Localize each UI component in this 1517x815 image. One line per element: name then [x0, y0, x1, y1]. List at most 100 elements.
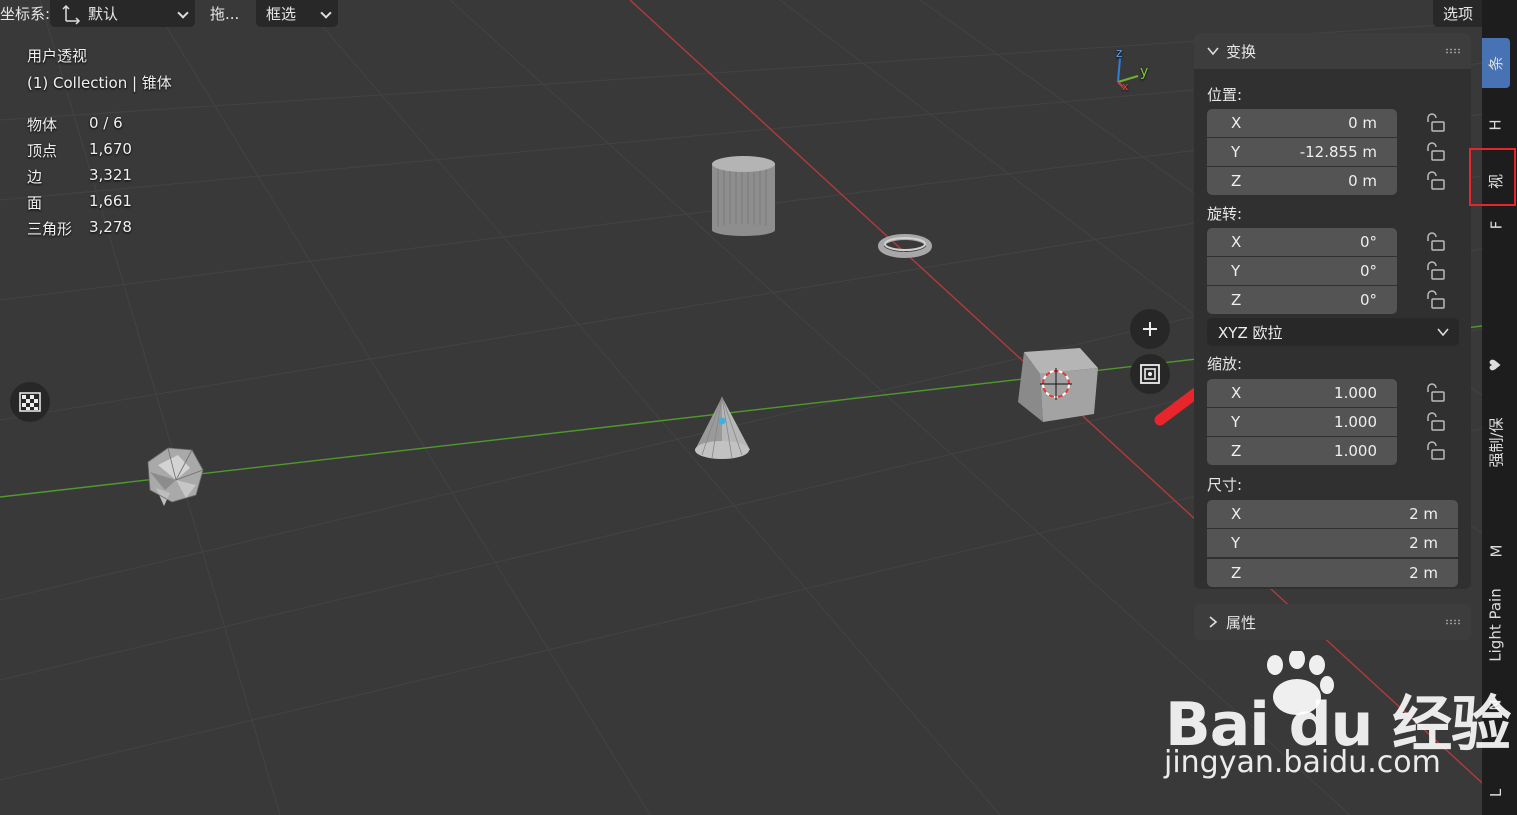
select-mode-dropdown[interactable]: 框选 — [256, 0, 338, 27]
scale-label: 缩放: — [1207, 355, 1243, 373]
lock-icon[interactable] — [1424, 440, 1446, 462]
transform-panel-header[interactable]: 变换 — [1194, 33, 1471, 69]
dimensions-y-field[interactable]: Y 2 m — [1207, 529, 1458, 557]
chevron-down-icon — [1207, 47, 1219, 56]
axis-label: Z — [1231, 172, 1242, 190]
tab-item[interactable]: 条 — [1482, 38, 1510, 88]
gizmo-z-label[interactable]: z — [1116, 46, 1122, 60]
cube-object — [1018, 348, 1098, 422]
stat-value: 3,321 — [89, 166, 132, 184]
orientation-label: 坐标系: — [0, 5, 51, 23]
axis-label: Z — [1231, 291, 1242, 309]
rotation-x-field[interactable]: X 0° — [1207, 228, 1397, 256]
zoom-plus-icon — [1143, 322, 1157, 336]
field-value: 0° — [1359, 233, 1377, 251]
field-value: 0° — [1359, 291, 1377, 309]
transform-pivot-icon — [62, 4, 81, 25]
panel-title: 属性 — [1226, 613, 1257, 632]
chevron-down-icon — [1437, 328, 1449, 337]
lock-icon[interactable] — [1424, 170, 1446, 192]
tab-force[interactable]: 强制/保 — [1482, 410, 1510, 474]
field-value: 0° — [1359, 262, 1377, 280]
lock-icon[interactable] — [1424, 382, 1446, 404]
grip-icon[interactable] — [1445, 48, 1461, 54]
lock-icon[interactable] — [1424, 141, 1446, 163]
field-value: 2 m — [1409, 534, 1438, 552]
orientation-value: 默认 — [88, 5, 119, 23]
chevron-down-icon — [320, 7, 332, 19]
lock-icon[interactable] — [1424, 289, 1446, 311]
location-label: 位置: — [1207, 86, 1243, 104]
zoom-button[interactable] — [1130, 309, 1170, 349]
collection-info: (1) Collection | 锥体 — [27, 74, 172, 92]
stat-label: 面 — [27, 194, 43, 212]
gizmo-x-label[interactable]: x — [1122, 80, 1129, 93]
location-x-field[interactable]: X 0 m — [1207, 109, 1397, 137]
tab-f[interactable]: F — [1482, 210, 1510, 240]
axis-label: Y — [1231, 413, 1241, 431]
checker-toggle-button[interactable] — [10, 382, 50, 422]
stat-label: 物体 — [27, 116, 58, 134]
select-mode-value: 框选 — [266, 5, 297, 23]
cylinder-object — [712, 156, 775, 236]
gizmo-y-label[interactable]: y — [1140, 64, 1148, 80]
chevron-right-icon — [1209, 616, 1218, 628]
grip-icon[interactable] — [1445, 619, 1461, 625]
rotation-mode-dropdown[interactable]: XYZ 欧拉 — [1207, 318, 1459, 346]
lock-icon[interactable] — [1424, 231, 1446, 253]
field-value: -12.855 m — [1299, 143, 1377, 161]
axis-label: X — [1231, 384, 1242, 402]
field-value: 1.000 — [1334, 384, 1377, 402]
stat-value: 1,670 — [89, 140, 132, 158]
rotation-label: 旋转: — [1207, 205, 1243, 223]
dimensions-label: 尺寸: — [1207, 476, 1243, 494]
rotation-y-field[interactable]: Y 0° — [1207, 257, 1397, 285]
tab-heart[interactable]: ♥ — [1482, 350, 1510, 380]
camera-view-button[interactable] — [1130, 354, 1170, 394]
scale-z-field[interactable]: Z 1.000 — [1207, 437, 1397, 465]
field-value: 1.000 — [1334, 442, 1377, 460]
rotation-z-field[interactable]: Z 0° — [1207, 286, 1397, 314]
tab-tool[interactable]: H — [1482, 110, 1510, 140]
dimensions-z-field[interactable]: Z 2 m — [1207, 559, 1458, 587]
axis-label: X — [1231, 114, 1242, 132]
location-y-field[interactable]: Y -12.855 m — [1207, 138, 1397, 166]
tab-l[interactable]: L — [1482, 778, 1510, 808]
axis-label: X — [1231, 233, 1242, 251]
panel-title: 变换 — [1226, 42, 1257, 61]
lock-icon[interactable] — [1424, 411, 1446, 433]
scale-y-field[interactable]: Y 1.000 — [1207, 408, 1397, 436]
axis-label: Y — [1231, 143, 1241, 161]
stat-label: 顶点 — [27, 142, 58, 160]
location-z-field[interactable]: Z 0 m — [1207, 167, 1397, 195]
orientation-dropdown[interactable]: 默认 — [50, 0, 195, 27]
highlight-box — [1469, 148, 1516, 206]
stat-label: 边 — [27, 168, 43, 186]
torus-object — [878, 234, 932, 258]
tab-light-painter[interactable]: Light Pain — [1482, 585, 1510, 665]
cone-object — [695, 396, 750, 459]
field-value: 2 m — [1409, 505, 1438, 523]
tab-m[interactable]: M — [1482, 536, 1510, 566]
field-value: 0 m — [1348, 172, 1377, 190]
watermark-url: jingyan.baidu.com — [1164, 745, 1441, 780]
stat-label: 三角形 — [27, 220, 73, 238]
axis-label: Y — [1231, 534, 1241, 552]
checker-icon — [19, 392, 41, 412]
drag-label[interactable]: 拖... — [210, 0, 239, 27]
axis-label: Z — [1231, 564, 1242, 582]
axis-label: X — [1231, 505, 1242, 523]
lock-icon[interactable] — [1424, 260, 1446, 282]
dimensions-x-field[interactable]: X 2 m — [1207, 500, 1458, 528]
lock-icon[interactable] — [1424, 112, 1446, 134]
scale-x-field[interactable]: X 1.000 — [1207, 379, 1397, 407]
stat-value: 1,661 — [89, 192, 132, 210]
stat-value: 3,278 — [89, 218, 132, 236]
chevron-down-icon — [177, 7, 189, 19]
field-value: 1.000 — [1334, 413, 1377, 431]
suzanne-object — [147, 447, 204, 506]
axis-label: Z — [1231, 442, 1242, 460]
view-name: 用户透视 — [27, 47, 88, 65]
properties-panel-header[interactable]: 属性 — [1194, 604, 1471, 640]
field-value: 2 m — [1409, 564, 1438, 582]
